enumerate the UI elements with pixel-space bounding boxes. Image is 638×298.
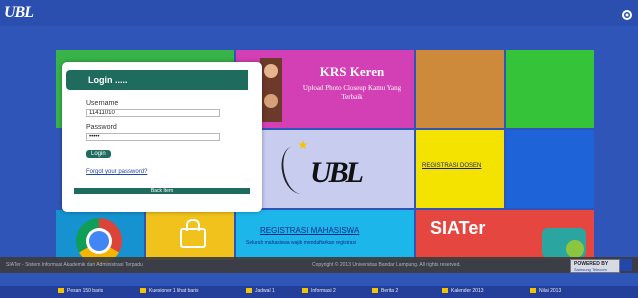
footer-system-name: SIATer - Sistem Informasi Akademik dan A…	[6, 262, 143, 268]
siater-title: SIATer	[430, 218, 486, 238]
registrasi-mahasiswa-note: Seluruh mahasiswa wajib mendaftarkan reg…	[246, 240, 357, 246]
username-label: Username	[86, 100, 119, 107]
tile-orange[interactable]	[416, 50, 504, 128]
brand-logo[interactable]: UBL	[4, 4, 34, 22]
tile-ubl-logo[interactable]: UBL	[236, 130, 414, 208]
login-title: Login .....	[88, 75, 128, 85]
tile-lock[interactable]	[146, 210, 234, 260]
footer-copyright: Copyright © 2013 Universitas Bandar Lamp…	[312, 262, 461, 268]
settings-icon[interactable]	[620, 8, 634, 22]
partner-icon	[620, 259, 632, 271]
tile-chrome[interactable]	[56, 210, 144, 264]
taskbar-item[interactable]: Kuesioner 1 lihat baris	[140, 288, 198, 294]
registrasi-dosen-link[interactable]: REGISTRASI DOSEN	[422, 163, 481, 169]
registrasi-mahasiswa-link[interactable]: REGISTRASI MAHASISWA	[260, 226, 359, 235]
taskbar: Pesan 150 baris Kuesioner 1 lihat baris …	[0, 286, 638, 298]
tile-blue[interactable]	[506, 130, 594, 208]
brand-logo-text: UBL	[4, 4, 34, 21]
password-field[interactable]	[86, 133, 220, 141]
ubl-logo-text: UBL	[310, 156, 364, 189]
krs-photos	[260, 58, 282, 122]
krs-subtitle: Upload Photo Closeup Kamu Yang Terbaik	[302, 84, 402, 101]
taskbar-item[interactable]: Informasi 2	[302, 288, 336, 294]
taskbar-item[interactable]: Jadwal 1	[246, 288, 275, 294]
footer: SIATer - Sistem Informasi Akademik dan A…	[0, 257, 638, 273]
tile-registrasi-dosen[interactable]: REGISTRASI DOSEN	[416, 130, 504, 208]
top-bar: UBL	[0, 0, 638, 26]
tile-krs-keren[interactable]: KRS Keren Upload Photo Closeup Kamu Yang…	[236, 50, 414, 128]
forgot-password-link[interactable]: Forgot your password?	[86, 169, 147, 175]
password-label: Password	[86, 124, 117, 131]
powered-by-company: Samsung Telecom	[574, 267, 607, 272]
taskbar-item[interactable]: Nilai 2013	[530, 288, 561, 294]
powered-by-badge[interactable]: POWERED BY Samsung Telecom	[570, 259, 620, 273]
login-header: Login .....	[66, 70, 248, 90]
taskbar-item[interactable]: Berita 2	[372, 288, 398, 294]
taskbar-item[interactable]: Kalender 2013	[442, 288, 484, 294]
tile-registrasi-mahasiswa[interactable]: REGISTRASI MAHASISWA Seluruh mahasiswa w…	[236, 210, 414, 260]
username-field[interactable]	[86, 109, 220, 117]
login-panel: Login ..... Username Password Login Forg…	[62, 62, 262, 212]
krs-title: KRS Keren	[319, 64, 385, 79]
siater-graphic	[542, 228, 586, 258]
login-button[interactable]: Login	[86, 150, 111, 158]
tile-green-2[interactable]	[506, 50, 594, 128]
tile-siater[interactable]: SIATer	[416, 210, 594, 260]
back-button[interactable]: Back Item	[74, 188, 250, 194]
lock-icon	[180, 219, 206, 248]
taskbar-item[interactable]: Pesan 150 baris	[58, 288, 103, 294]
